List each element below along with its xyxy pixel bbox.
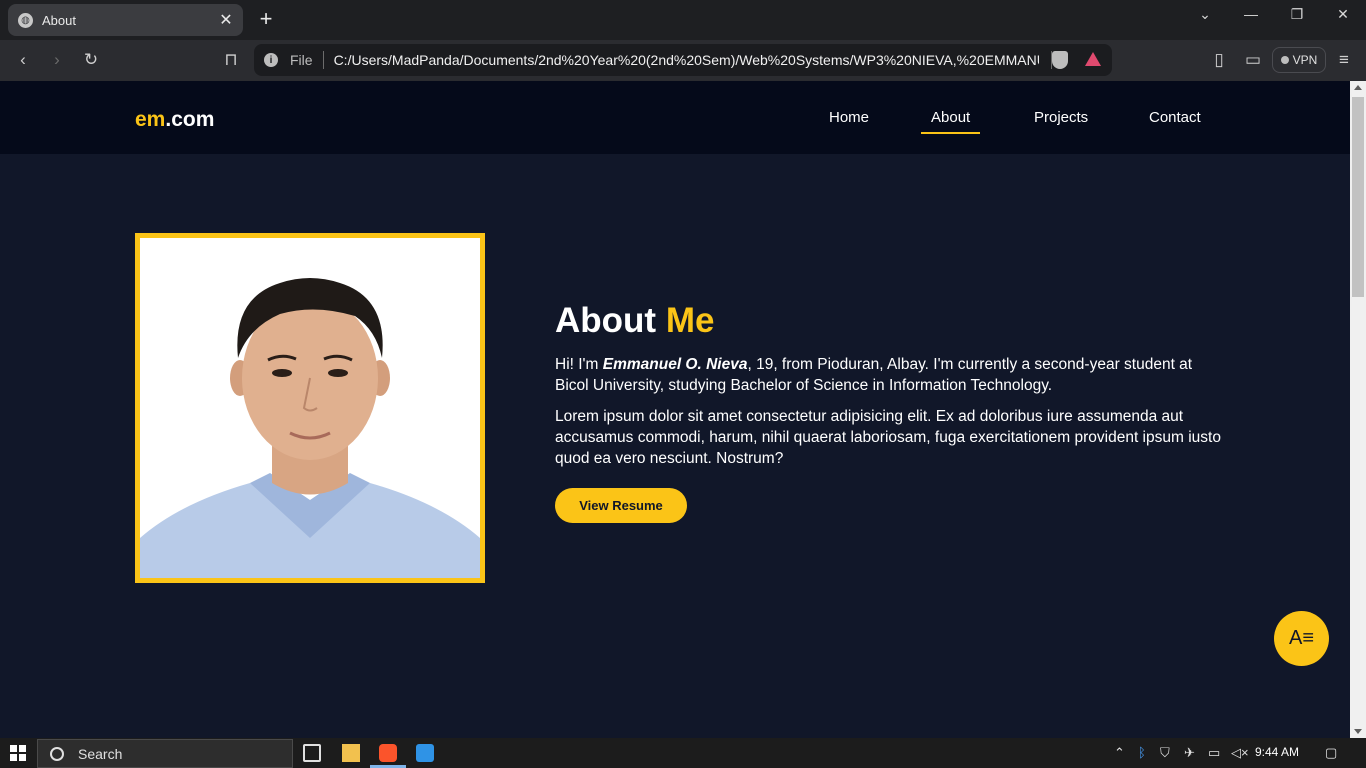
nav-about[interactable]: About [921, 109, 981, 134]
about-heading: About Me [555, 301, 714, 341]
nav-contact[interactable]: Contact [1149, 109, 1201, 126]
brave-rewards-icon[interactable] [1085, 52, 1101, 66]
url-text[interactable]: C:/Users/MadPanda/Documents/2nd%20Year%2… [334, 52, 1039, 68]
logo-main: em [135, 108, 166, 131]
search-placeholder: Search [78, 745, 123, 762]
url-divider [322, 51, 324, 69]
vpn-status-icon [1280, 56, 1289, 64]
scroll-up-icon[interactable] [1354, 85, 1362, 90]
battery-icon[interactable]: ▭ [1208, 745, 1220, 761]
globe-icon: ◍ [18, 12, 33, 28]
profile-photo [135, 233, 485, 583]
vscode-icon[interactable] [416, 744, 434, 762]
close-tab-icon[interactable]: ✕ [217, 10, 235, 30]
scroll-down-icon[interactable] [1354, 729, 1362, 734]
sidebar-toggle-icon[interactable]: ▯ [1209, 50, 1229, 70]
browser-tab-bar: ◍ About ✕ + ⌄ — ❐ ✕ [0, 0, 1366, 40]
show-hidden-icons[interactable]: ⌃ [1114, 745, 1125, 761]
scrollbar-thumb[interactable] [1352, 97, 1364, 297]
back-button[interactable]: ‹ [13, 50, 33, 70]
task-view-icon[interactable] [303, 744, 321, 762]
nav-projects[interactable]: Projects [1034, 109, 1088, 126]
browser-tab[interactable]: ◍ About ✕ [8, 4, 243, 36]
wallet-icon[interactable]: ▭ [1243, 50, 1263, 70]
intro-name: Emmanuel O. Nieva [602, 356, 748, 373]
intro-paragraph: Hi! I'm Emmanuel O. Nieva, 19, from Piod… [555, 354, 1225, 396]
taskbar-clock[interactable]: 9:44 AM [1255, 745, 1299, 759]
bookmark-icon[interactable]: ⊓ [221, 50, 241, 70]
reload-button[interactable]: ↻ [81, 50, 101, 70]
site-logo[interactable]: em.com [135, 108, 214, 132]
bluetooth-icon[interactable]: ᛒ [1138, 745, 1146, 760]
intro-prefix: Hi! I'm [555, 356, 603, 373]
page-scrollbar[interactable] [1350, 81, 1366, 738]
menu-icon[interactable]: ≡ [1334, 50, 1354, 70]
minimize-button[interactable]: — [1239, 6, 1263, 22]
tab-title: About [42, 12, 76, 28]
brave-shields-icon[interactable] [1052, 51, 1068, 69]
notifications-icon[interactable]: ▢ [1325, 745, 1337, 761]
site-navbar: em.com Home About Projects Contact [0, 81, 1350, 154]
security-icon[interactable]: ⛉ [1160, 745, 1170, 761]
vpn-button[interactable]: VPN [1272, 47, 1326, 73]
lorem-paragraph: Lorem ipsum dolor sit amet consectetur a… [555, 408, 1221, 467]
portrait-illustration [140, 238, 480, 578]
heading-accent: Me [665, 301, 715, 340]
windows-start-icon[interactable] [10, 745, 26, 761]
search-icon [50, 746, 64, 761]
restore-button[interactable]: ❐ [1285, 6, 1309, 23]
brave-browser-icon[interactable] [379, 744, 397, 762]
info-icon[interactable]: i [264, 53, 278, 67]
volume-muted-icon[interactable]: ◁× [1231, 745, 1249, 761]
airplane-mode-icon[interactable]: ✈ [1184, 745, 1195, 761]
logo-accent: .com [165, 108, 215, 131]
tab-search-dropdown-icon[interactable]: ⌄ [1193, 6, 1217, 23]
windows-taskbar: Search ⌃ ᛒ ⛉ ✈ ▭ ◁× 9:44 AM ▢ [0, 738, 1366, 768]
file-explorer-icon[interactable] [342, 744, 360, 762]
new-tab-button[interactable]: + [256, 8, 276, 30]
web-page: em.com Home About Projects Contact About… [0, 81, 1350, 738]
heading-main: About [555, 301, 657, 340]
nav-home[interactable]: Home [829, 109, 869, 126]
text-format-icon[interactable]: A≡ [1274, 611, 1329, 666]
taskbar-search[interactable]: Search [37, 739, 293, 768]
view-resume-button[interactable]: View Resume [555, 488, 687, 523]
address-bar[interactable]: i File C:/Users/MadPanda/Documents/2nd%2… [254, 44, 1112, 76]
forward-button[interactable]: › [47, 50, 67, 70]
vpn-label: VPN [1292, 53, 1318, 67]
url-scheme: File [290, 52, 313, 68]
close-window-button[interactable]: ✕ [1331, 6, 1355, 23]
